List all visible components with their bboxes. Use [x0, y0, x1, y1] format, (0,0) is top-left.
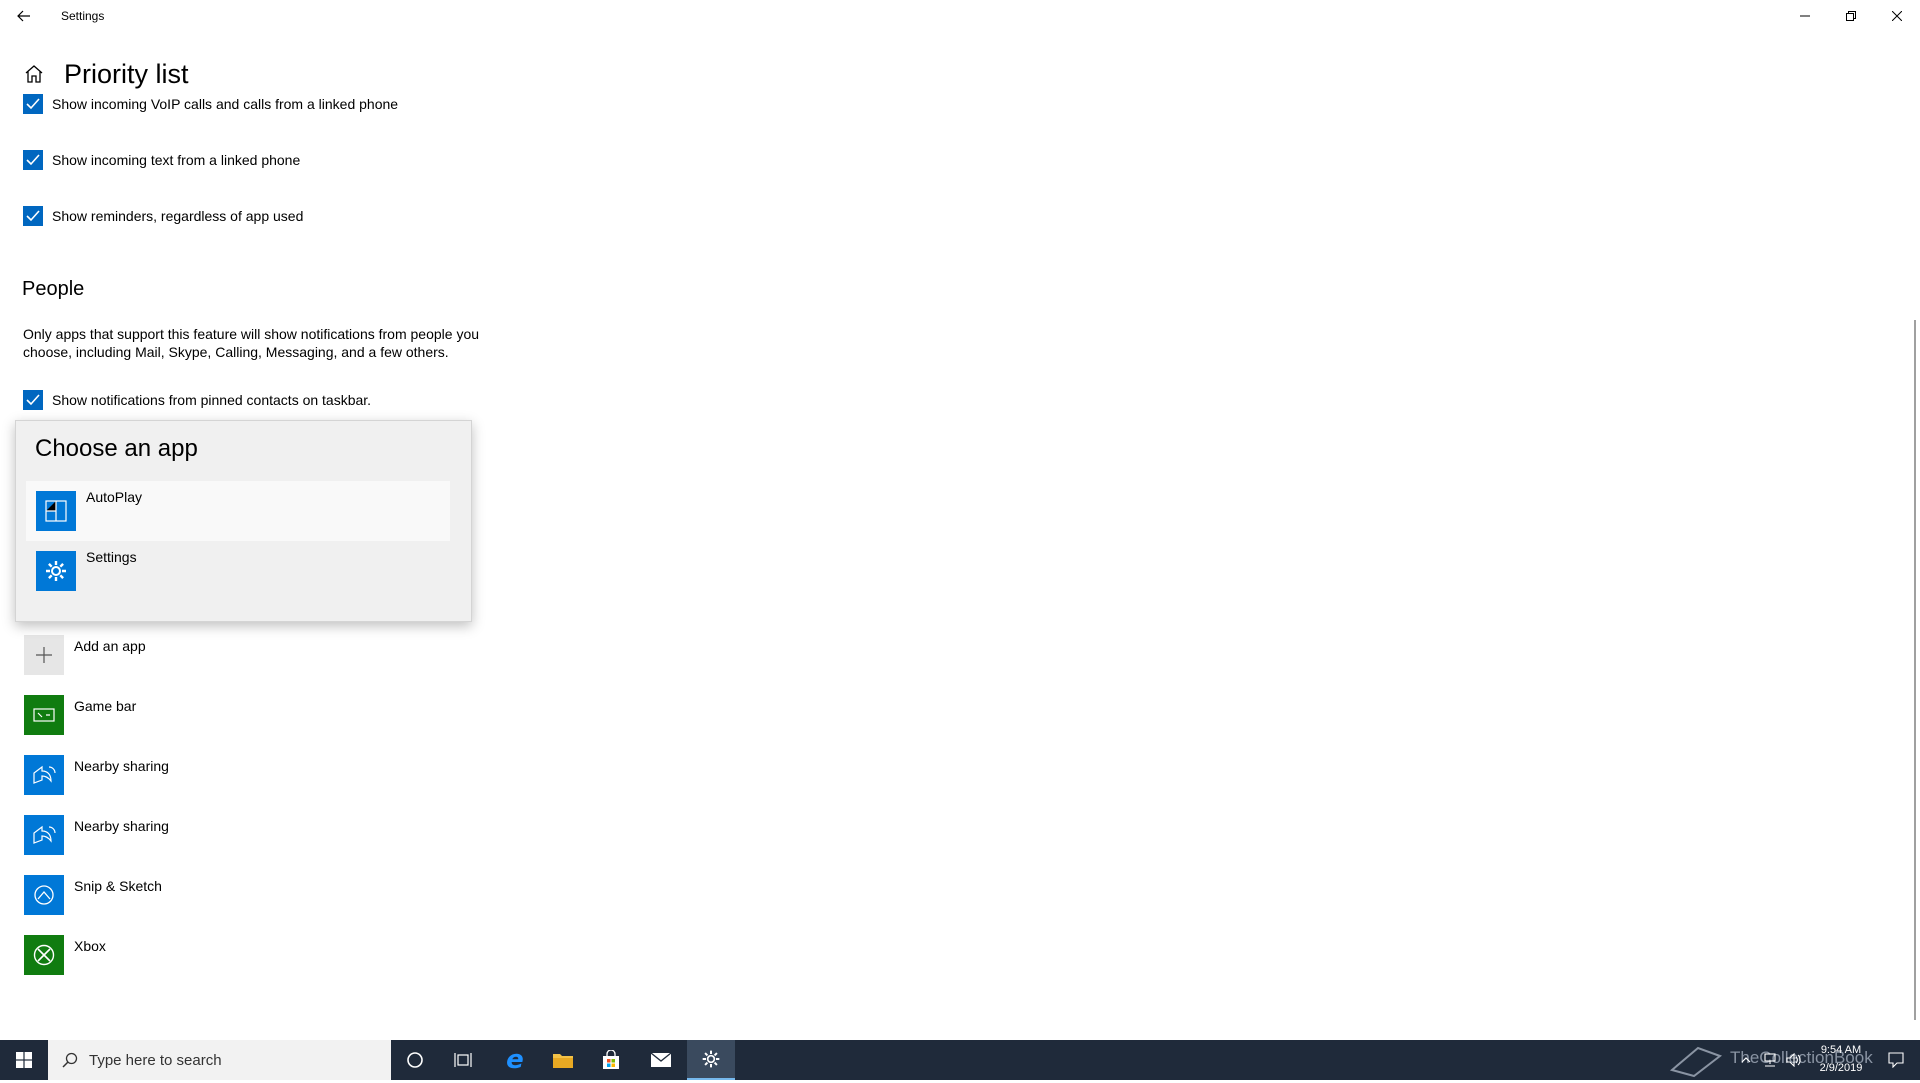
task-view-button[interactable]: [439, 1040, 487, 1080]
mail-icon: [650, 1052, 672, 1067]
network-icon: [1764, 1053, 1776, 1067]
app-name: Nearby sharing: [74, 758, 169, 774]
app-item-nearby-sharing[interactable]: Nearby sharing: [24, 755, 484, 795]
task-view-icon: [454, 1053, 472, 1067]
search-placeholder: Type here to search: [89, 1051, 222, 1069]
tray-volume[interactable]: [1782, 1040, 1806, 1080]
start-button[interactable]: [0, 1040, 48, 1080]
watermark-book-icon: [1668, 1042, 1724, 1083]
app-name: Nearby sharing: [74, 818, 169, 834]
people-section-title: People: [22, 278, 85, 300]
add-app-button[interactable]: Add an app: [24, 635, 484, 675]
taskbar-edge[interactable]: e: [491, 1040, 539, 1080]
clock-date[interactable]: 2/9/2019: [1806, 1062, 1876, 1074]
gear-icon: [36, 551, 76, 591]
gear-icon: [702, 1050, 720, 1068]
app-item-nearby-sharing[interactable]: Nearby sharing: [24, 815, 484, 855]
app-name: AutoPlay: [86, 489, 143, 505]
store-bag-icon: [603, 1050, 619, 1069]
app-name: Snip & Sketch: [74, 878, 162, 894]
checkmark-icon: [26, 210, 40, 222]
page-title: Priority list: [64, 58, 189, 89]
checkbox-checked[interactable]: [23, 206, 43, 226]
tray-network[interactable]: [1758, 1040, 1782, 1080]
app-item-snip-sketch[interactable]: Snip & Sketch: [24, 875, 484, 915]
checkmark-icon: [26, 98, 40, 110]
taskbar-mail[interactable]: [637, 1040, 685, 1080]
back-arrow-icon: [17, 10, 30, 22]
taskbar-file-explorer[interactable]: [539, 1040, 587, 1080]
taskbar-store[interactable]: [587, 1040, 635, 1080]
choose-app-popup: Choose an app AutoPlay Settings: [15, 420, 472, 622]
checkbox-label: Show incoming text from a linked phone: [52, 152, 301, 168]
checkbox-checked[interactable]: [23, 94, 43, 114]
checkbox-label: Show incoming VoIP calls and calls from …: [52, 96, 399, 112]
popup-title: Choose an app: [35, 435, 198, 462]
restore-button[interactable]: [1828, 0, 1874, 32]
home-icon: [25, 65, 43, 83]
xbox-icon: [24, 935, 64, 975]
close-button[interactable]: [1874, 0, 1920, 32]
back-button[interactable]: [10, 4, 38, 28]
taskbar-search-box[interactable]: Type here to search: [48, 1040, 391, 1080]
home-button[interactable]: [22, 62, 46, 86]
cortana-circle-icon: [407, 1052, 423, 1068]
action-center-button[interactable]: [1876, 1040, 1916, 1080]
app-name: Xbox: [74, 938, 106, 954]
add-app-label: Add an app: [74, 638, 146, 654]
search-icon: [62, 1052, 78, 1068]
notification-icon: [1888, 1052, 1904, 1068]
window-title: Settings: [61, 9, 105, 23]
app-item-xbox[interactable]: Xbox: [24, 935, 484, 975]
checkbox-reminders[interactable]: Show reminders, regardless of app used: [23, 206, 303, 226]
edge-icon: e: [506, 1045, 524, 1075]
tray-chevron[interactable]: [1734, 1040, 1758, 1080]
checkbox-checked[interactable]: [23, 150, 43, 170]
autoplay-icon: [36, 491, 76, 531]
folder-icon: [553, 1054, 573, 1068]
app-name: Settings: [86, 549, 137, 565]
vertical-scrollbar[interactable]: [1914, 320, 1916, 1020]
app-name: Game bar: [74, 698, 137, 714]
popup-item-autoplay[interactable]: AutoPlay: [26, 481, 450, 541]
share-icon: [24, 755, 64, 795]
title-bar: Settings: [0, 0, 1920, 32]
clock-time[interactable]: 9:54 AM: [1806, 1044, 1876, 1056]
cortana-button[interactable]: [391, 1040, 439, 1080]
checkbox-pinned-contacts[interactable]: Show notifications from pinned contacts …: [23, 390, 371, 410]
close-icon: [1892, 11, 1902, 21]
popup-item-settings[interactable]: Settings: [26, 541, 450, 601]
add-icon-tile: [24, 635, 64, 675]
chevron-up-icon: [1741, 1057, 1751, 1063]
snip-icon: [24, 875, 64, 915]
gamebar-icon: [24, 695, 64, 735]
people-description: Only apps that support this feature will…: [23, 326, 480, 360]
taskbar: Type here to search e TheCollectionBook …: [0, 1040, 1920, 1080]
minimize-button[interactable]: [1782, 0, 1828, 32]
volume-icon: [1786, 1053, 1801, 1067]
checkbox-label: Show notifications from pinned contacts …: [52, 392, 372, 408]
checkmark-icon: [26, 394, 40, 406]
windows-logo-icon: [16, 1052, 32, 1068]
share-icon: [24, 815, 64, 855]
checkbox-text-messages[interactable]: Show incoming text from a linked phone: [23, 150, 300, 170]
checkbox-checked[interactable]: [23, 390, 43, 410]
minimize-icon: [1800, 15, 1810, 17]
checkmark-icon: [26, 154, 40, 166]
page-header: Priority list: [22, 56, 189, 92]
taskbar-settings-active[interactable]: [687, 1040, 735, 1080]
restore-icon: [1846, 11, 1856, 21]
app-item-game-bar[interactable]: Game bar: [24, 695, 484, 735]
checkbox-voip-calls[interactable]: Show incoming VoIP calls and calls from …: [23, 94, 398, 114]
checkbox-label: Show reminders, regardless of app used: [52, 208, 304, 224]
plus-icon: [36, 647, 52, 663]
